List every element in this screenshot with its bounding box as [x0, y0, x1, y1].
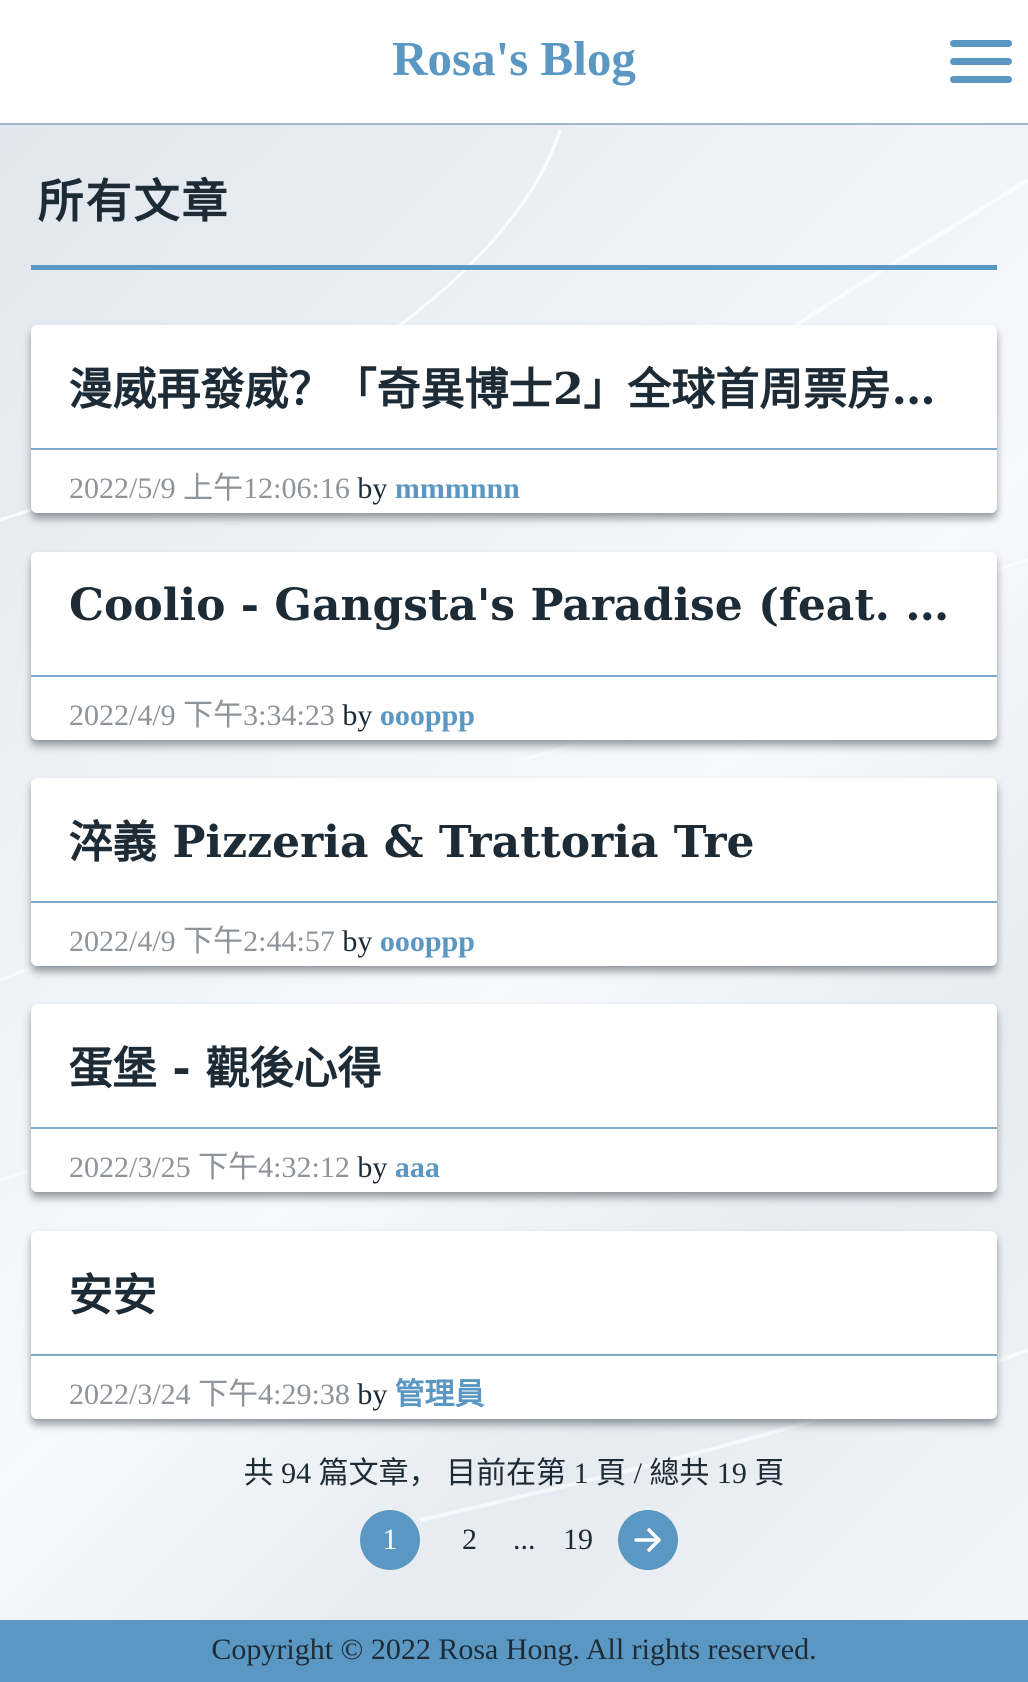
article-card[interactable]: 漫威再發威？「奇異博士2」全球首周票房亮眼 2022/5/9 上午12:06:1… — [31, 325, 997, 513]
arrow-right-icon — [634, 1528, 661, 1552]
article-date: 2022/3/25 下午4:32:12 — [69, 1151, 350, 1184]
article-date: 2022/4/9 下午2:44:57 — [69, 925, 335, 958]
article-meta: 2022/4/9 下午3:34:23 by oooppp — [69, 690, 475, 734]
card-divider — [31, 1127, 997, 1129]
hamburger-menu-icon[interactable] — [950, 40, 1012, 84]
article-card[interactable]: 淬義 Pizzeria & Trattoria Tre 2022/4/9 下午2… — [31, 778, 997, 966]
article-title[interactable]: 淬義 Pizzeria & Trattoria Tre — [69, 806, 969, 870]
page-2-link[interactable]: 2 — [462, 1510, 477, 1570]
article-author-link[interactable]: 管理員 — [395, 1378, 485, 1411]
by-label: by — [357, 1378, 388, 1411]
by-label: by — [342, 699, 373, 732]
article-card[interactable]: Coolio - Gangsta's Paradise (feat. LV) 2… — [31, 552, 997, 740]
article-author-link[interactable]: oooppp — [380, 699, 475, 732]
page-1-button[interactable]: 1 — [360, 1510, 420, 1570]
menu-bar — [950, 76, 1012, 83]
menu-bar — [950, 40, 1012, 47]
article-title[interactable]: 漫威再發威？「奇異博士2」全球首周票房亮眼 — [69, 353, 969, 417]
article-date: 2022/5/9 上午12:06:16 — [69, 472, 350, 505]
article-title[interactable]: 安安 — [69, 1259, 969, 1323]
article-author-link[interactable]: oooppp — [380, 925, 475, 958]
article-meta: 2022/3/24 下午4:29:38 by 管理員 — [69, 1369, 485, 1413]
pagination-ellipsis: ... — [513, 1523, 536, 1556]
by-label: by — [357, 472, 388, 505]
article-date: 2022/3/24 下午4:29:38 — [69, 1378, 350, 1411]
site-header: Rosa's Blog — [0, 0, 1028, 125]
by-label: by — [357, 1151, 388, 1184]
article-meta: 2022/4/9 下午2:44:57 by oooppp — [69, 916, 475, 960]
site-title[interactable]: Rosa's Blog — [0, 30, 1028, 87]
pagination: 1 2 ... 19 — [0, 1510, 1028, 1570]
article-meta: 2022/3/25 下午4:32:12 by aaa — [69, 1142, 440, 1186]
article-card[interactable]: 安安 2022/3/24 下午4:29:38 by 管理員 — [31, 1231, 997, 1419]
card-divider — [31, 1354, 997, 1356]
page-title: 所有文章 — [38, 174, 230, 228]
card-divider — [31, 901, 997, 903]
page-19-link[interactable]: 19 — [563, 1510, 593, 1570]
pagination-summary: 共 94 篇文章， 目前在第 1 頁 / 總共 19 頁 — [243, 1457, 785, 1490]
card-divider — [31, 675, 997, 677]
next-page-button[interactable] — [618, 1510, 678, 1570]
article-title[interactable]: Coolio - Gangsta's Paradise (feat. LV) — [69, 580, 969, 631]
card-divider — [31, 448, 997, 450]
menu-bar — [950, 58, 1012, 65]
article-card[interactable]: 蛋堡 - 觀後心得 2022/3/25 下午4:32:12 by aaa — [31, 1004, 997, 1192]
article-meta: 2022/5/9 上午12:06:16 by mmmnnn — [69, 463, 520, 507]
heading-divider — [31, 265, 997, 270]
by-label: by — [342, 925, 373, 958]
article-author-link[interactable]: aaa — [395, 1151, 440, 1184]
site-footer: Copyright © 2022 Rosa Hong. All rights r… — [0, 1620, 1028, 1682]
article-title[interactable]: 蛋堡 - 觀後心得 — [69, 1032, 969, 1096]
copyright-text: Copyright © 2022 Rosa Hong. All rights r… — [211, 1633, 817, 1666]
article-author-link[interactable]: mmmnnn — [395, 472, 520, 505]
article-date: 2022/4/9 下午3:34:23 — [69, 699, 335, 732]
